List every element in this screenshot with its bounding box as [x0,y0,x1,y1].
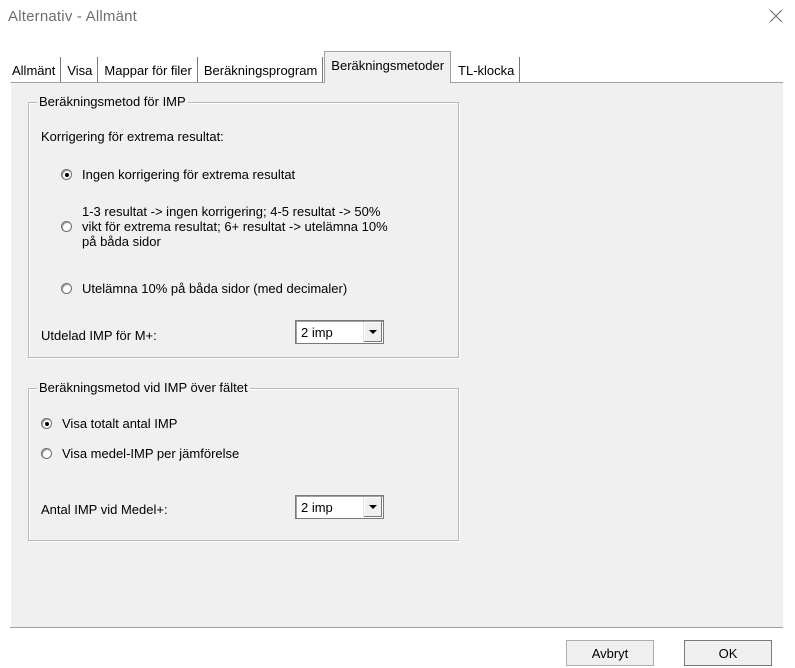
radio-graded-correction-label: 1-3 resultat -> ingen korrigering; 4-5 r… [82,204,388,249]
close-icon [769,9,783,26]
tab-berakningsprogram[interactable]: Beräkningsprogram [197,57,324,83]
radio-show-average-imp-label: Visa medel-IMP per jämförelse [62,446,240,461]
tab-visa[interactable]: Visa [61,57,99,83]
radio-graded-correction-line3: på båda sidor [82,234,161,249]
imp-method-group: Beräkningsmetod för IMP Korrigering för … [28,94,459,358]
imp-for-mplus-label: Utdelad IMP för M+: [41,328,157,343]
radio-show-total-imp-indicator[interactable] [41,418,52,429]
cancel-button[interactable]: Avbryt [566,640,654,666]
field-method-legend: Beräkningsmetod vid IMP över fältet [37,380,250,395]
radio-show-total-imp-label: Visa totalt antal IMP [62,416,178,431]
imp-for-average-plus-label: Antal IMP vid Medel+: [41,502,168,517]
imp-method-legend: Beräkningsmetod för IMP [37,94,188,109]
close-button[interactable] [763,4,789,30]
imp-for-mplus-select[interactable]: 2 imp [295,320,384,344]
radio-show-total-imp[interactable]: Visa totalt antal IMP [41,416,177,431]
field-method-group: Beräkningsmetod vid IMP över fältet Visa… [28,380,459,541]
chevron-down-icon[interactable] [363,322,382,342]
radio-omit-ten-percent-indicator[interactable] [61,283,72,294]
radio-show-average-imp-indicator[interactable] [41,448,52,459]
radio-graded-correction-line2: vikt för extrema resultat; 6+ resultat -… [82,219,388,234]
radio-graded-correction-indicator[interactable] [61,221,72,232]
imp-for-average-plus-select[interactable]: 2 imp [295,495,384,519]
window-title: Alternativ - Allmänt [8,8,138,25]
imp-for-mplus-value: 2 imp [301,325,333,340]
tab-panel: Beräkningsmetod för IMP Korrigering för … [10,82,783,627]
radio-omit-ten-percent[interactable]: Utelämna 10% på båda sidor (med decimale… [61,281,347,296]
chevron-down-icon[interactable] [363,497,382,517]
tab-berakningsmetoder[interactable]: Beräkningsmetoder [324,51,452,83]
tab-allmant[interactable]: Allmänt [6,57,62,83]
footer-divider [10,627,783,631]
tab-tl-klocka[interactable]: TL-klocka [452,57,521,83]
tab-mappar-for-filer[interactable]: Mappar för filer [98,57,198,83]
imp-for-average-plus-value: 2 imp [301,500,333,515]
radio-graded-correction-line1: 1-3 resultat -> ingen korrigering; 4-5 r… [82,204,381,219]
tab-bar: Allmänt Visa Mappar för filer Beräknings… [6,51,521,83]
radio-show-average-imp[interactable]: Visa medel-IMP per jämförelse [41,446,239,461]
radio-no-correction-indicator[interactable] [61,169,72,180]
radio-omit-ten-percent-label: Utelämna 10% på båda sidor (med decimale… [82,281,348,296]
radio-graded-correction[interactable]: 1-3 resultat -> ingen korrigering; 4-5 r… [61,204,388,249]
radio-no-correction[interactable]: Ingen korrigering för extrema resultat [61,167,295,182]
radio-no-correction-label: Ingen korrigering för extrema resultat [82,167,296,182]
correction-subheading: Korrigering för extrema resultat: [41,129,224,144]
ok-button[interactable]: OK [684,640,772,666]
